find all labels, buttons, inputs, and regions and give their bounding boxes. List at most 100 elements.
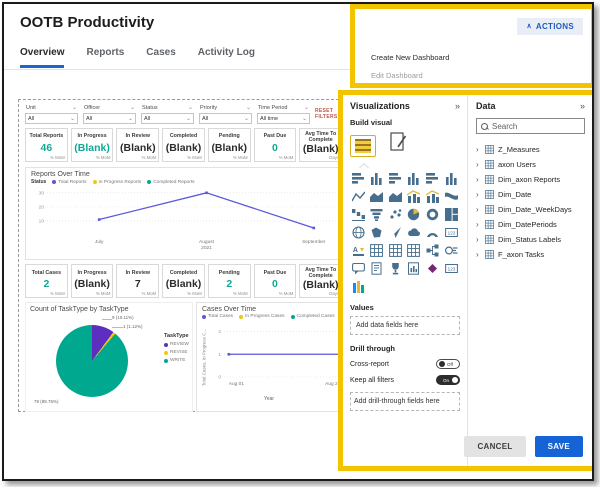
power-apps-icon[interactable] — [425, 261, 441, 276]
gauge-icon[interactable] — [425, 225, 441, 240]
card-123-icon[interactable]: 123 — [443, 261, 459, 276]
save-button[interactable]: SAVE — [535, 436, 583, 457]
tab-overview[interactable]: Overview — [20, 47, 64, 68]
field-f-axon-tasks[interactable]: › F_axon Tasks — [476, 247, 585, 262]
filter-dropdown-priority[interactable]: All⌄ — [199, 113, 252, 124]
tab-cases[interactable]: Cases — [146, 47, 175, 68]
metrics-icon[interactable] — [387, 261, 403, 276]
key-influencers-icon[interactable] — [443, 243, 459, 258]
line-chart-icon[interactable] — [350, 189, 366, 204]
waterfall-chart-icon[interactable] — [350, 207, 366, 222]
filter-dropdown-status[interactable]: All⌄ — [141, 113, 194, 124]
tasktype-pie-chart[interactable]: Count of TaskType by TaskType 9 (10.11%)… — [25, 302, 193, 412]
collapse-pane-icon[interactable]: » — [455, 101, 460, 111]
cases-over-time-chart[interactable]: Cases Over Time Total CasesIn Progress C… — [196, 302, 342, 412]
stacked-area-chart-icon[interactable] — [387, 189, 403, 204]
actions-button[interactable]: ∧ ACTIONS — [517, 18, 583, 35]
ribbon-chart-icon[interactable] — [443, 189, 459, 204]
field-dim-dateperiods[interactable]: › Dim_DatePeriods — [476, 217, 585, 232]
data-pane: Data » Search › Z_Measures › axon Users … — [468, 95, 593, 466]
kpi-value: 0 — [256, 278, 295, 290]
toggle-knob — [452, 377, 458, 383]
table-icon — [485, 205, 494, 214]
100-stacked-bar-chart-icon[interactable] — [387, 171, 403, 186]
donut-chart-icon[interactable] — [425, 207, 441, 222]
clustered-bar-chart-icon[interactable] — [425, 171, 441, 186]
funnel-chart-icon[interactable] — [369, 207, 385, 222]
filter-dropdown-officer[interactable]: All⌄ — [83, 113, 136, 124]
kpi-card-in-review[interactable]: In Review 7 % MoM — [116, 264, 159, 298]
keep-all-filters-toggle[interactable]: On — [436, 375, 460, 385]
search-input[interactable]: Search — [476, 118, 585, 134]
smart-narrative-icon[interactable] — [369, 261, 385, 276]
reports-over-time-chart[interactable]: Reports Over Time StatusTotal ReportsIn … — [25, 167, 342, 260]
qa-icon[interactable] — [350, 261, 366, 276]
field-z-measures[interactable]: › Z_Measures — [476, 142, 585, 157]
multi-row-card-icon[interactable]: A — [350, 243, 366, 258]
cancel-button[interactable]: CANCEL — [464, 436, 525, 457]
kpi-card-avg-time-to-complete[interactable]: Avg Time To Complete (Blank) Days — [299, 264, 342, 298]
menu-item-create-new-dashboard[interactable]: Create New Dashboard — [371, 53, 449, 62]
actions-button-label: ACTIONS — [536, 22, 574, 31]
shape-map-icon[interactable] — [387, 225, 403, 240]
area-chart-icon[interactable] — [369, 189, 385, 204]
dashboard-canvas: Unit⌄ All⌄ Officer⌄ All⌄ Status⌄ All⌄ Pr… — [18, 99, 349, 412]
python-visual-icon[interactable] — [350, 279, 366, 294]
toggle-state-label: On — [443, 378, 449, 383]
kpi-card-in-review[interactable]: In Review (Blank) % MoM — [116, 128, 159, 162]
svg-text:30: 30 — [39, 190, 45, 196]
chevron-down-icon: ⌄ — [244, 116, 249, 122]
field-dim-date-weekdays[interactable]: › Dim_Date_WeekDays — [476, 202, 585, 217]
kpi-card-total-reports[interactable]: Total Reports 46 % MoM — [25, 128, 68, 162]
kpi-card-pending[interactable]: Pending 2 % MoM — [208, 264, 251, 298]
kpi-sublabel: % MoM — [142, 155, 157, 160]
collapse-pane-icon[interactable]: » — [580, 101, 585, 111]
azure-map-icon[interactable] — [406, 225, 422, 240]
kpi-card-avg-time-to-complete[interactable]: Avg Time To Complete (Blank) Days — [299, 128, 342, 162]
kpi-card-completed[interactable]: Completed (Blank) % MoM — [162, 128, 205, 162]
kpi-card-total-cases[interactable]: Total Cases 2 % MoM — [25, 264, 68, 298]
kpi-sublabel: % MoM — [187, 155, 202, 160]
values-dropzone[interactable]: Add data fields here — [350, 316, 460, 335]
kpi-card-past-due[interactable]: Past Due 0 % MoM — [254, 264, 297, 298]
legend-dot — [93, 180, 97, 184]
scatter-chart-icon[interactable] — [387, 207, 403, 222]
map-icon[interactable] — [350, 225, 366, 240]
cross-report-toggle[interactable]: Off — [436, 359, 460, 369]
drill-through-dropzone[interactable]: Add drill-through fields here — [350, 392, 460, 411]
line-clustered-column-chart-icon[interactable] — [425, 189, 441, 204]
chevron-up-icon: ∧ — [526, 23, 531, 30]
matrix-icon[interactable] — [406, 243, 422, 258]
filter-label: Unit⌄ — [25, 104, 78, 113]
paginated-report-icon[interactable] — [406, 261, 422, 276]
format-visual-tab[interactable] — [390, 132, 407, 157]
tab-activity-log[interactable]: Activity Log — [198, 47, 255, 68]
filter-dropdown-time-period[interactable]: All time⌄ — [257, 113, 310, 124]
stacked-column-chart-icon[interactable] — [369, 171, 385, 186]
stacked-bar-chart-icon[interactable] — [350, 171, 366, 186]
field-dim-date[interactable]: › Dim_Date — [476, 187, 585, 202]
field-dim-axon-reports[interactable]: › Dim_axon Reports — [476, 172, 585, 187]
clustered-column-chart-icon[interactable] — [443, 171, 459, 186]
kpi-card-in-progress[interactable]: In Progress (Blank) % MoM — [71, 264, 114, 298]
slicer-icon[interactable] — [369, 243, 385, 258]
line-stacked-column-chart-icon[interactable] — [406, 189, 422, 204]
build-visual-tab[interactable] — [350, 135, 376, 157]
treemap-icon[interactable] — [443, 207, 459, 222]
filter-dropdown-unit[interactable]: All⌄ — [25, 113, 78, 124]
menu-item-edit-dashboard[interactable]: Edit Dashboard — [371, 71, 423, 80]
pie-chart-icon[interactable] — [406, 207, 422, 222]
100-stacked-column-chart-icon[interactable] — [406, 171, 422, 186]
kpi-value: (Blank) — [301, 279, 340, 291]
kpi-card-completed[interactable]: Completed (Blank) % MoM — [162, 264, 205, 298]
tab-reports[interactable]: Reports — [86, 47, 124, 68]
field-axon-users[interactable]: › axon Users — [476, 157, 585, 172]
card-icon[interactable]: 123 — [443, 225, 459, 240]
kpi-card-pending[interactable]: Pending (Blank) % MoM — [208, 128, 251, 162]
kpi-card-in-progress[interactable]: In Progress (Blank) % MoM — [71, 128, 114, 162]
field-dim-status-labels[interactable]: › Dim_Status Labels — [476, 232, 585, 247]
decomposition-tree-icon[interactable] — [425, 243, 441, 258]
filled-map-icon[interactable] — [369, 225, 385, 240]
kpi-card-past-due[interactable]: Past Due 0 % MoM — [254, 128, 297, 162]
table-icon[interactable] — [387, 243, 403, 258]
